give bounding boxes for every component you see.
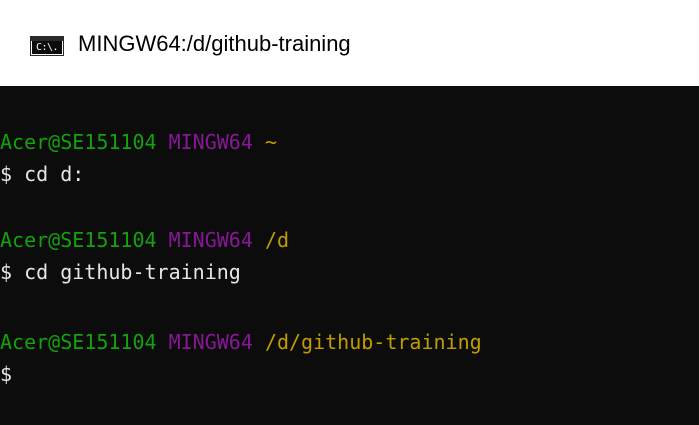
prompt-path: /d/github-training: [264, 330, 482, 354]
command-line: $ cd github-training: [0, 260, 241, 284]
prompt-path: /d: [264, 228, 290, 252]
window-title: MINGW64:/d/github-training: [78, 31, 351, 56]
console-app-icon[interactable]: C:\.: [30, 36, 64, 56]
prompt-path: ~: [264, 130, 277, 154]
input-prompt-line[interactable]: $: [0, 358, 12, 390]
prompt-system: MINGW64: [168, 228, 253, 252]
prompt-line: Acer@SE151104 MINGW64 ~: [0, 126, 277, 158]
prompt-line: Acer@SE151104 MINGW64 /d/github-training: [0, 326, 482, 358]
prompt-line: Acer@SE151104 MINGW64 /d: [0, 224, 289, 256]
prompt-system: MINGW64: [168, 130, 253, 154]
terminal-window: C:\. MINGW64:/d/github-training Acer@SE1…: [0, 0, 699, 425]
command-line: $ cd d:: [0, 162, 85, 186]
prompt-user: Acer@SE151104: [0, 330, 157, 354]
prompt-system: MINGW64: [168, 330, 253, 354]
terminal-output[interactable]: Acer@SE151104 MINGW64 ~ $ cd d: Acer@SE1…: [0, 86, 699, 425]
prompt-user: Acer@SE151104: [0, 130, 157, 154]
title-bar[interactable]: C:\. MINGW64:/d/github-training: [0, 6, 699, 86]
icon-screen-label: C:\.: [32, 41, 62, 54]
prompt-user: Acer@SE151104: [0, 228, 157, 252]
